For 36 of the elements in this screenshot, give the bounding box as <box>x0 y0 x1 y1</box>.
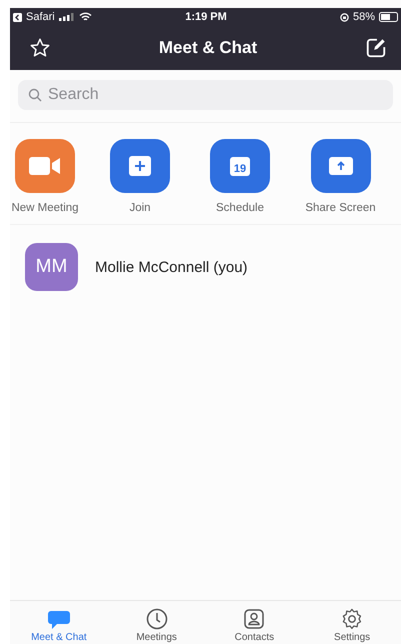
rotation-lock-icon <box>340 12 349 22</box>
schedule-button[interactable]: 19 <box>210 139 270 193</box>
action-label: Join <box>129 202 151 214</box>
back-icon[interactable] <box>13 12 22 22</box>
compose-icon[interactable] <box>364 37 387 59</box>
tab[interactable]: Settings <box>303 601 401 644</box>
search-field[interactable]: Search <box>18 80 393 110</box>
calendar-icon: 19 <box>230 156 250 176</box>
contact-name: Mollie McConnell (you) <box>95 258 248 276</box>
status-time: 1:19 PM <box>185 11 227 23</box>
clock-icon <box>146 608 168 630</box>
contact-icon <box>243 608 266 630</box>
plus-icon <box>129 156 151 176</box>
join-button[interactable] <box>110 139 170 193</box>
star-icon[interactable] <box>29 37 51 59</box>
battery-percent: 58% <box>352 11 375 23</box>
signal-icon <box>58 13 75 21</box>
action-label: Share Screen <box>305 202 376 214</box>
wifi-icon <box>78 12 92 22</box>
header-title: Meet & Chat <box>158 38 258 58</box>
share-screen-icon <box>328 157 352 175</box>
action-label: Schedule <box>216 202 264 214</box>
action-label: New Meeting <box>11 202 79 214</box>
chat-bubble-icon <box>46 610 71 630</box>
share-screen-button[interactable] <box>310 139 370 193</box>
search-icon <box>28 88 42 102</box>
avatar: MM <box>25 243 78 291</box>
contact-row[interactable]: MM Mollie McConnell (you) <box>10 225 401 309</box>
tab[interactable]: Meet & Chat <box>10 601 108 644</box>
tab[interactable]: Meetings <box>108 601 206 644</box>
back-app-label[interactable]: Safari <box>26 11 55 23</box>
tab[interactable]: Contacts <box>206 601 304 644</box>
gear-icon <box>341 608 364 630</box>
battery-icon <box>378 12 399 22</box>
video-camera-icon <box>29 156 61 176</box>
new-meeting-button[interactable] <box>15 139 75 193</box>
